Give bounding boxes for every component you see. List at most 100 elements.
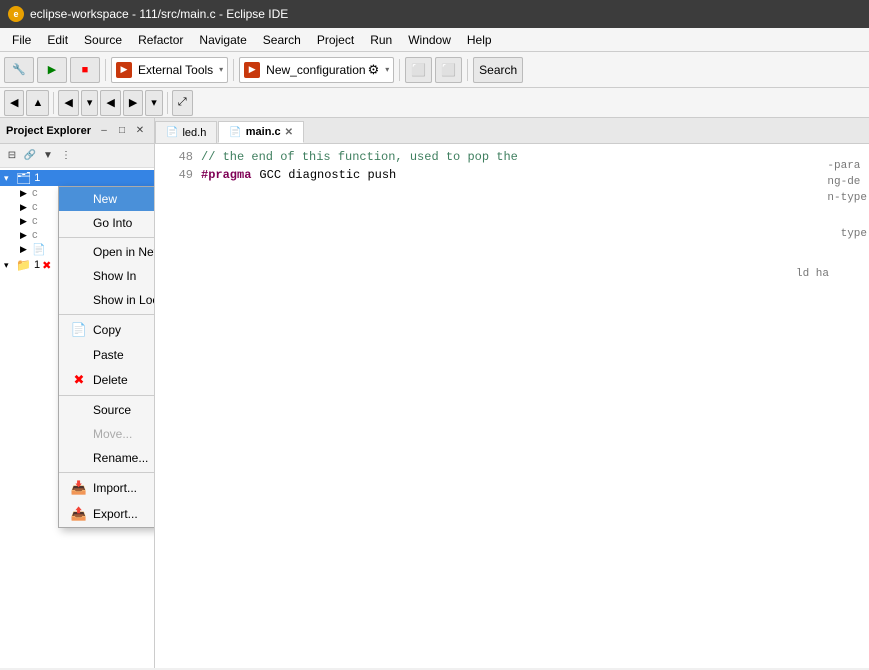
menu-file[interactable]: File xyxy=(4,31,39,49)
nav-btn-1[interactable]: ⬜ xyxy=(405,57,432,83)
ctx-export[interactable]: 📤 Export... xyxy=(59,501,155,527)
collapse-all-icon[interactable]: ⊟ xyxy=(4,148,20,164)
search-btn[interactable]: Search xyxy=(473,57,523,83)
maximize-panel-btn[interactable]: □ xyxy=(114,123,130,139)
history-btn[interactable]: ▾ xyxy=(81,90,99,116)
sep-t2-1 xyxy=(53,92,54,114)
menu-edit[interactable]: Edit xyxy=(39,31,76,49)
link-icon[interactable]: 🔗 xyxy=(22,148,38,164)
nav-btn-2[interactable]: ⬜ xyxy=(435,57,462,83)
ctx-openwindow-label: Open in New Window xyxy=(93,245,155,259)
tab-ledh[interactable]: 📄 led.h xyxy=(155,121,217,143)
stop-btn[interactable]: ■ xyxy=(70,57,100,83)
tab-bar: 📄 led.h 📄 main.c ✕ xyxy=(155,118,869,144)
tab-ledh-icon: 📄 xyxy=(166,127,178,138)
ctx-source[interactable]: Source ▶ xyxy=(59,398,155,422)
separator-4 xyxy=(467,59,468,81)
nav4-btn[interactable]: ▶ xyxy=(123,90,143,116)
new-configuration-label: New_configuration xyxy=(266,63,365,77)
tools-btn[interactable]: 🔧 xyxy=(4,57,34,83)
ctx-gointo-label: Go Into xyxy=(93,216,155,230)
tab-mainc-close[interactable]: ✕ xyxy=(285,127,293,138)
external-tools-label: External Tools xyxy=(138,63,213,77)
wrench-icon: 🔧 xyxy=(10,61,28,79)
menu-source[interactable]: Source xyxy=(76,31,130,49)
ctx-delete[interactable]: ✖ Delete Delete xyxy=(59,367,155,393)
menu-search[interactable]: Search xyxy=(255,31,309,49)
external-tools-dropdown[interactable]: ▶ External Tools ▾ xyxy=(111,57,228,83)
menu-project[interactable]: Project xyxy=(309,31,362,49)
code-line-49: 49 #pragma GCC diagnostic push xyxy=(163,166,861,184)
tab-mainc[interactable]: 📄 main.c ✕ xyxy=(218,121,304,143)
nav-right-icon: ⬜ xyxy=(441,63,456,77)
close-panel-btn[interactable]: ✕ xyxy=(132,123,148,139)
main-area: Project Explorer – □ ✕ ⊟ 🔗 ▼ ⋮ ▾ 🗂 1 ▶ c xyxy=(0,118,869,668)
panel-title: Project Explorer xyxy=(6,125,91,137)
ctx-move-label: Move... xyxy=(93,427,155,441)
run-icon: ▶ xyxy=(43,61,61,79)
ctx-new[interactable]: New ▶ xyxy=(59,187,155,211)
ctx-paste[interactable]: Paste Ctrl+V xyxy=(59,343,155,367)
separator-3 xyxy=(399,59,400,81)
line-number-49: 49 xyxy=(163,166,193,184)
sep-t2-2 xyxy=(167,92,168,114)
tree-arrow-sub2: ▶ xyxy=(20,202,30,213)
menu-navigate[interactable]: Navigate xyxy=(191,31,254,49)
menu-window[interactable]: Window xyxy=(400,31,459,49)
new-configuration-dropdown[interactable]: ▶ New_configuration ⚙ ▾ xyxy=(239,57,394,83)
ctx-source-label: Source xyxy=(93,403,155,417)
ctx-sep3 xyxy=(59,395,155,396)
code-area: 48 // the end of this function, used to … xyxy=(155,144,869,188)
tree-item-label-sub1: c xyxy=(32,187,38,199)
run-btn[interactable]: ▶ xyxy=(37,57,67,83)
tree-arrow-1num: ▾ xyxy=(4,260,14,271)
ctx-move: Move... xyxy=(59,422,155,446)
menu-run[interactable]: Run xyxy=(362,31,400,49)
ctx-paste-label: Paste xyxy=(93,348,155,362)
ctx-export-label: Export... xyxy=(93,507,155,521)
ctx-copy[interactable]: 📄 Copy Ctrl+C xyxy=(59,317,155,343)
nav3-btn[interactable]: ◀ xyxy=(100,90,120,116)
error-icon: ✖ xyxy=(42,259,51,272)
up-btn[interactable]: ▲ xyxy=(26,90,49,116)
menu-help[interactable]: Help xyxy=(459,31,500,49)
ctx-import[interactable]: 📥 Import... xyxy=(59,475,155,501)
right-text-1: -para xyxy=(827,158,867,174)
external-tools-arrow: ▾ xyxy=(219,65,223,74)
panel-header: Project Explorer – □ ✕ xyxy=(0,118,154,144)
nav-left-icon: ⬜ xyxy=(411,63,426,77)
tree-item-label: 1 xyxy=(34,172,40,184)
search-label: Search xyxy=(479,63,517,77)
ctx-showin[interactable]: Show In Alt+Shift+W ▶ xyxy=(59,264,155,288)
right-edge-text: -para ng-de n-type xyxy=(827,158,867,206)
ctx-rename[interactable]: Rename... F2 xyxy=(59,446,155,470)
tree-item-111[interactable]: ▾ 🗂 1 xyxy=(0,170,154,186)
view-menu-icon[interactable]: ⋮ xyxy=(58,148,74,164)
tree-item-label-sub5: 📄 xyxy=(32,243,46,256)
code-line-48: 48 // the end of this function, used to … xyxy=(163,148,861,166)
separator-2 xyxy=(233,59,234,81)
back-btn[interactable]: ◀ xyxy=(4,90,24,116)
ctx-export-icon: 📤 xyxy=(69,506,89,522)
code-rest-49: GCC diagnostic push xyxy=(259,166,396,184)
code-comment-48: // the end of this function, used to pop… xyxy=(201,148,518,166)
nav5-btn[interactable]: ▾ xyxy=(145,90,163,116)
minimize-panel-btn[interactable]: – xyxy=(96,123,112,139)
tab-mainc-icon: 📄 xyxy=(229,127,241,138)
tree-item-label-sub3: c xyxy=(32,215,38,227)
ctx-showlocal[interactable]: Show in Local Terminal ▶ xyxy=(59,288,155,312)
ctx-gointo[interactable]: Go Into xyxy=(59,211,155,235)
filter-icon[interactable]: ▼ xyxy=(40,148,56,164)
editor-area: 📄 led.h 📄 main.c ✕ 48 // the end of this… xyxy=(155,118,869,668)
ctx-new-label: New xyxy=(93,192,155,206)
fwd-btn[interactable]: ◀ xyxy=(58,90,78,116)
expand-btn[interactable]: ⤢ xyxy=(172,90,193,116)
stop-icon: ■ xyxy=(76,61,94,79)
status-text: ld ha xyxy=(796,268,829,280)
main-toolbar: 🔧 ▶ ■ ▶ External Tools ▾ ▶ New_configura… xyxy=(0,52,869,88)
tree-item-label-sub2: c xyxy=(32,201,38,213)
tree-arrow-sub1: ▶ xyxy=(20,188,30,199)
menu-refactor[interactable]: Refactor xyxy=(130,31,191,49)
ctx-import-label: Import... xyxy=(93,481,155,495)
ctx-openwindow[interactable]: Open in New Window xyxy=(59,240,155,264)
